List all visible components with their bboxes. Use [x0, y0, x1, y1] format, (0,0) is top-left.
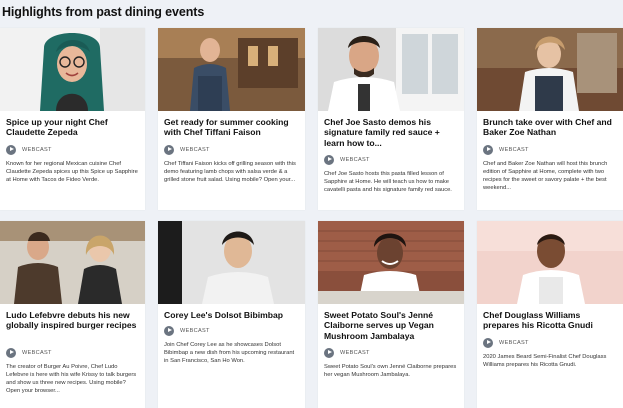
webcast-badge: WEBCAST: [164, 144, 210, 155]
play-icon: [6, 144, 16, 155]
play-icon: [324, 347, 334, 358]
chef-photo[interactable]: [477, 221, 623, 304]
event-card[interactable]: Sweet Potato Soul's Jenné Claiborne serv…: [318, 221, 464, 408]
card-title[interactable]: Chef Douglass Williams prepares his Rico…: [483, 310, 617, 331]
event-card[interactable]: Brunch take over with Chef and Baker Zoe…: [477, 28, 623, 210]
event-card[interactable]: Get ready for summer cooking with Chef T…: [158, 28, 305, 210]
card-description: Chef Joe Sasto hosts this pasta filled l…: [324, 171, 452, 193]
card-description: Known for her regional Mexican cuisine C…: [6, 161, 138, 183]
play-icon: [324, 154, 334, 165]
card-description: Chef and Baker Zoe Nathan will host this…: [483, 161, 608, 191]
play-icon: [483, 337, 493, 348]
highlights-section: Highlights from past dining events Spice…: [0, 0, 623, 408]
badge-label: WEBCAST: [499, 339, 529, 346]
badge-label: WEBCAST: [499, 146, 529, 153]
webcast-badge: WEBCAST: [6, 347, 52, 358]
event-card[interactable]: Chef Joe Sasto demos his signature famil…: [318, 28, 464, 210]
badge-label: WEBCAST: [340, 156, 370, 163]
chef-photo[interactable]: [318, 28, 464, 111]
card-description: Chef Tiffani Faison kicks off grilling s…: [164, 161, 296, 183]
chef-photo[interactable]: [477, 28, 623, 111]
webcast-badge: WEBCAST: [483, 144, 529, 155]
webcast-badge: WEBCAST: [324, 347, 370, 358]
badge-label: WEBCAST: [180, 327, 210, 334]
event-card[interactable]: Ludo Lefebvre debuts his new globally in…: [0, 221, 145, 408]
card-title[interactable]: Sweet Potato Soul's Jenné Claiborne serv…: [324, 310, 458, 341]
card-title[interactable]: Get ready for summer cooking with Chef T…: [164, 117, 299, 138]
card-title[interactable]: Ludo Lefebvre debuts his new globally in…: [6, 310, 139, 331]
chef-photo[interactable]: [158, 221, 305, 304]
card-description: Join Chef Corey Lee as he showcases Dols…: [164, 342, 295, 364]
event-card[interactable]: Spice up your night Chef Claudette Zeped…: [0, 28, 145, 210]
webcast-badge: WEBCAST: [164, 325, 210, 336]
card-description: 2020 James Beard Semi-Finalist Chef Doug…: [483, 354, 607, 368]
badge-label: WEBCAST: [180, 146, 210, 153]
card-title[interactable]: Chef Joe Sasto demos his signature famil…: [324, 117, 458, 148]
play-icon: [6, 347, 16, 358]
webcast-badge: WEBCAST: [324, 154, 370, 165]
section-title: Highlights from past dining events: [2, 5, 205, 19]
card-title[interactable]: Spice up your night Chef Claudette Zeped…: [6, 117, 139, 138]
badge-label: WEBCAST: [22, 349, 52, 356]
badge-label: WEBCAST: [22, 146, 52, 153]
play-icon: [164, 325, 174, 336]
event-card[interactable]: Chef Douglass Williams prepares his Rico…: [477, 221, 623, 408]
webcast-badge: WEBCAST: [6, 144, 52, 155]
chef-photo[interactable]: [0, 28, 145, 111]
card-description: Sweet Potato Soul's own Jenné Claiborne …: [324, 364, 457, 378]
card-title[interactable]: Corey Lee's Dolsot Bibimbap: [164, 310, 299, 320]
chef-photo[interactable]: [0, 221, 145, 304]
play-icon: [164, 144, 174, 155]
card-description: The creator of Burger Au Poivre, Chef Lu…: [6, 364, 137, 394]
webcast-badge: WEBCAST: [483, 337, 529, 348]
event-card[interactable]: Corey Lee's Dolsot Bibimbap WEBCAST Join…: [158, 221, 305, 408]
badge-label: WEBCAST: [340, 349, 370, 356]
chef-photo[interactable]: [318, 221, 464, 304]
card-title[interactable]: Brunch take over with Chef and Baker Zoe…: [483, 117, 617, 138]
chef-photo[interactable]: [158, 28, 305, 111]
play-icon: [483, 144, 493, 155]
